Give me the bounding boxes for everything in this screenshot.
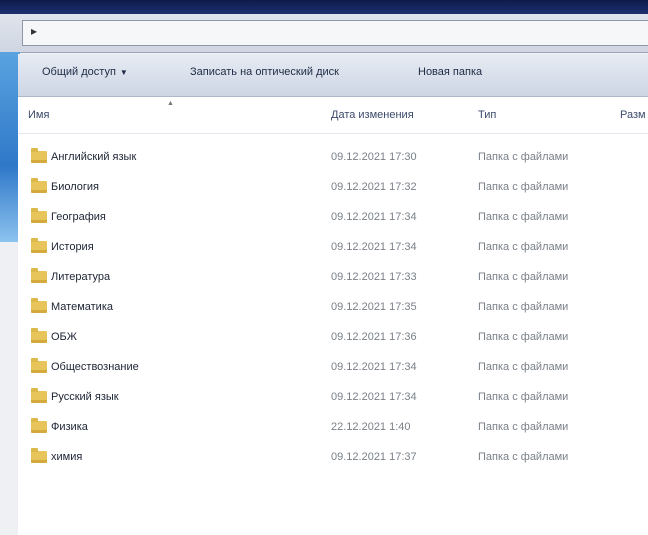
file-date: 09.12.2021 17:33 — [331, 271, 417, 283]
file-row[interactable]: химия 09.12.2021 17:37 Папка с файлами — [18, 443, 648, 471]
folder-icon — [31, 148, 47, 163]
column-header-date[interactable]: Дата изменения — [331, 109, 414, 121]
folder-icon — [31, 328, 47, 343]
file-row[interactable]: Физика 22.12.2021 1:40 Папка с файлами — [18, 413, 648, 441]
breadcrumb-arrow-icon[interactable]: ▸ — [31, 24, 37, 38]
folder-icon — [31, 268, 47, 283]
share-button[interactable]: Общий доступ ▼ — [42, 66, 128, 78]
file-date: 09.12.2021 17:30 — [331, 151, 417, 163]
file-row[interactable]: История 09.12.2021 17:34 Папка с файлами — [18, 233, 648, 261]
file-type: Папка с файлами — [478, 391, 569, 403]
file-type: Папка с файлами — [478, 451, 569, 463]
file-type: Папка с файлами — [478, 271, 569, 283]
navigation-pane-edge — [0, 52, 20, 242]
file-type: Папка с файлами — [478, 241, 569, 253]
folder-icon — [31, 448, 47, 463]
file-row[interactable]: ОБЖ 09.12.2021 17:36 Папка с файлами — [18, 323, 648, 351]
file-row[interactable]: Биология 09.12.2021 17:32 Папка с файлам… — [18, 173, 648, 201]
file-date: 09.12.2021 17:34 — [331, 391, 417, 403]
window-top-frame — [0, 0, 648, 14]
file-name: Обществознание — [51, 361, 139, 373]
file-name: Физика — [51, 421, 88, 433]
file-date: 09.12.2021 17:32 — [331, 181, 417, 193]
file-name: Литература — [51, 271, 111, 283]
folder-icon — [31, 358, 47, 373]
header-divider — [18, 133, 648, 134]
file-date: 09.12.2021 17:34 — [331, 211, 417, 223]
file-type: Папка с файлами — [478, 331, 569, 343]
column-header-size[interactable]: Разм — [620, 109, 646, 121]
folder-icon — [31, 178, 47, 193]
folder-icon — [31, 388, 47, 403]
file-row[interactable]: Математика 09.12.2021 17:35 Папка с файл… — [18, 293, 648, 321]
file-row[interactable]: Английский язык 09.12.2021 17:30 Папка с… — [18, 143, 648, 171]
file-row[interactable]: Русский язык 09.12.2021 17:34 Папка с фа… — [18, 383, 648, 411]
file-name: Русский язык — [51, 391, 119, 403]
file-name: ОБЖ — [51, 331, 77, 343]
command-toolbar: Общий доступ ▼ Записать на оптический дис… — [18, 54, 648, 97]
file-name: История — [51, 241, 94, 253]
file-name: Биология — [51, 181, 100, 193]
address-field[interactable]: ▸ — [22, 20, 648, 46]
file-type: Папка с файлами — [478, 301, 569, 313]
address-bar: ▸ — [0, 14, 648, 53]
share-label: Общий доступ — [42, 66, 116, 78]
file-date: 09.12.2021 17:34 — [331, 241, 417, 253]
file-type: Папка с файлами — [478, 361, 569, 373]
column-header-name[interactable]: Имя — [28, 109, 49, 121]
file-row[interactable]: География 09.12.2021 17:34 Папка с файла… — [18, 203, 648, 231]
file-date: 09.12.2021 17:37 — [331, 451, 417, 463]
file-row[interactable]: Обществознание 09.12.2021 17:34 Папка с … — [18, 353, 648, 381]
new-folder-button[interactable]: Новая папка — [418, 66, 482, 78]
file-list: ▲ Имя Дата изменения Тип Разм Английский… — [18, 97, 648, 535]
file-row[interactable]: Литература 09.12.2021 17:33 Папка с файл… — [18, 263, 648, 291]
file-name: химия — [51, 451, 83, 463]
chevron-down-icon: ▼ — [119, 68, 128, 77]
file-date: 09.12.2021 17:34 — [331, 361, 417, 373]
file-type: Папка с файлами — [478, 181, 569, 193]
folder-icon — [31, 208, 47, 223]
file-type: Папка с файлами — [478, 151, 569, 163]
folder-icon — [31, 298, 47, 313]
file-date: 09.12.2021 17:36 — [331, 331, 417, 343]
file-name: Математика — [51, 301, 113, 313]
column-header-type[interactable]: Тип — [478, 109, 496, 121]
folder-icon — [31, 418, 47, 433]
file-date: 22.12.2021 1:40 — [331, 421, 411, 433]
file-date: 09.12.2021 17:35 — [331, 301, 417, 313]
file-name: Английский язык — [51, 151, 137, 163]
folder-icon — [31, 238, 47, 253]
file-name: География — [51, 211, 106, 223]
file-type: Папка с файлами — [478, 211, 569, 223]
file-type: Папка с файлами — [478, 421, 569, 433]
sort-arrow-icon: ▲ — [167, 100, 174, 107]
burn-disc-button[interactable]: Записать на оптический диск — [190, 66, 339, 78]
